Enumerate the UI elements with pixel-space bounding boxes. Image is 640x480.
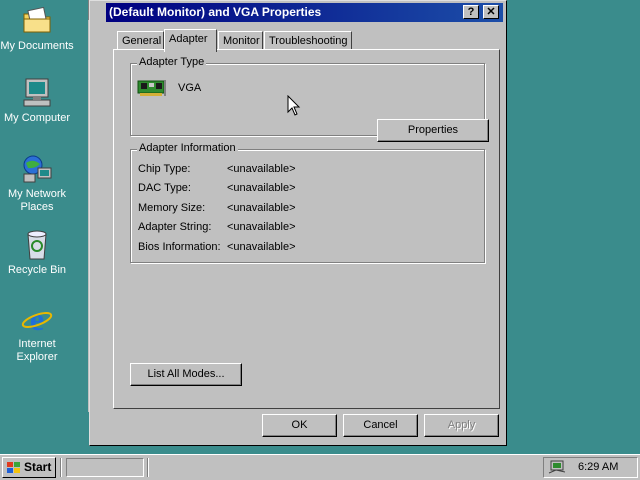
network-icon xyxy=(20,152,54,186)
adapter-type-group: Adapter Type VGA Properties xyxy=(130,56,489,142)
tab-general[interactable]: General xyxy=(117,31,164,50)
cancel-button[interactable]: Cancel xyxy=(343,414,418,437)
chip-type-value: <unavailable> xyxy=(227,163,296,175)
system-tray: 6:29 AM xyxy=(543,457,638,478)
bios-information-label: Bios Information: xyxy=(138,241,221,253)
title-bar[interactable]: (Default Monitor) and VGA Properties ? ✕ xyxy=(106,3,503,22)
window-title: (Default Monitor) and VGA Properties xyxy=(109,5,322,19)
folder-documents-icon xyxy=(20,4,54,38)
recycle-bin-icon xyxy=(20,228,54,262)
memory-size-value: <unavailable> xyxy=(227,202,296,214)
adapter-string-value: <unavailable> xyxy=(227,221,296,233)
list-all-modes-button[interactable]: List All Modes... xyxy=(130,363,242,386)
display-settings-tray-icon[interactable] xyxy=(548,460,566,475)
properties-dialog: (Default Monitor) and VGA Properties ? ✕… xyxy=(89,0,507,446)
start-label: Start xyxy=(24,460,52,474)
taskbar-separator xyxy=(60,458,62,477)
desktop-icon-my-documents[interactable]: My Documents xyxy=(0,4,74,53)
apply-button[interactable]: Apply xyxy=(424,414,499,437)
adapter-name: VGA xyxy=(178,82,202,94)
adapter-information-group: Adapter Information Chip Type: <unavaila… xyxy=(130,142,485,263)
desktop-icon-internet-explorer[interactable]: e Internet Explorer xyxy=(0,301,74,364)
desktop-icon-my-network-places[interactable]: My Network Places xyxy=(0,152,74,214)
dac-type-value: <unavailable> xyxy=(227,182,296,194)
help-button[interactable]: ? xyxy=(463,5,479,19)
desktop-icon-my-computer[interactable]: My Computer xyxy=(0,76,74,125)
computer-icon xyxy=(20,76,54,110)
adapter-string-label: Adapter String: xyxy=(138,221,212,233)
group-title: Adapter Information xyxy=(137,142,238,154)
desktop-icon-label: Internet Explorer xyxy=(16,338,58,363)
desktop-icon-label: My Documents xyxy=(0,40,74,52)
bios-information-value: <unavailable> xyxy=(227,241,296,253)
properties-button[interactable]: Properties xyxy=(377,119,489,142)
tab-monitor[interactable]: Monitor xyxy=(218,31,263,50)
svg-text:e: e xyxy=(30,302,44,336)
chip-type-label: Chip Type: xyxy=(138,163,191,175)
windows-logo-icon xyxy=(7,462,20,473)
dac-type-label: DAC Type: xyxy=(138,182,191,194)
clock[interactable]: 6:29 AM xyxy=(578,461,618,473)
tab-troubleshooting[interactable]: Troubleshooting xyxy=(264,31,352,50)
quick-launch-area[interactable] xyxy=(66,458,144,477)
close-button[interactable]: ✕ xyxy=(483,5,499,19)
desktop-icon-label: My Network Places xyxy=(7,188,67,213)
taskbar: Start 6:29 AM xyxy=(0,454,640,480)
adapter-tab-panel: Adapter Type VGA Properties Adapter Info… xyxy=(113,49,500,409)
tab-adapter[interactable]: Adapter xyxy=(164,29,217,52)
internet-explorer-icon: e xyxy=(20,301,54,337)
ok-button[interactable]: OK xyxy=(262,414,337,437)
desktop-icon-label: My Computer xyxy=(3,112,71,124)
display-adapter-icon xyxy=(137,79,167,97)
start-button[interactable]: Start xyxy=(2,457,56,478)
group-title: Adapter Type xyxy=(137,56,207,68)
desktop-icon-label: Recycle Bin xyxy=(7,264,67,276)
desktop-icon-recycle-bin[interactable]: Recycle Bin xyxy=(0,228,74,277)
taskbar-separator xyxy=(147,458,149,477)
memory-size-label: Memory Size: xyxy=(138,202,206,214)
